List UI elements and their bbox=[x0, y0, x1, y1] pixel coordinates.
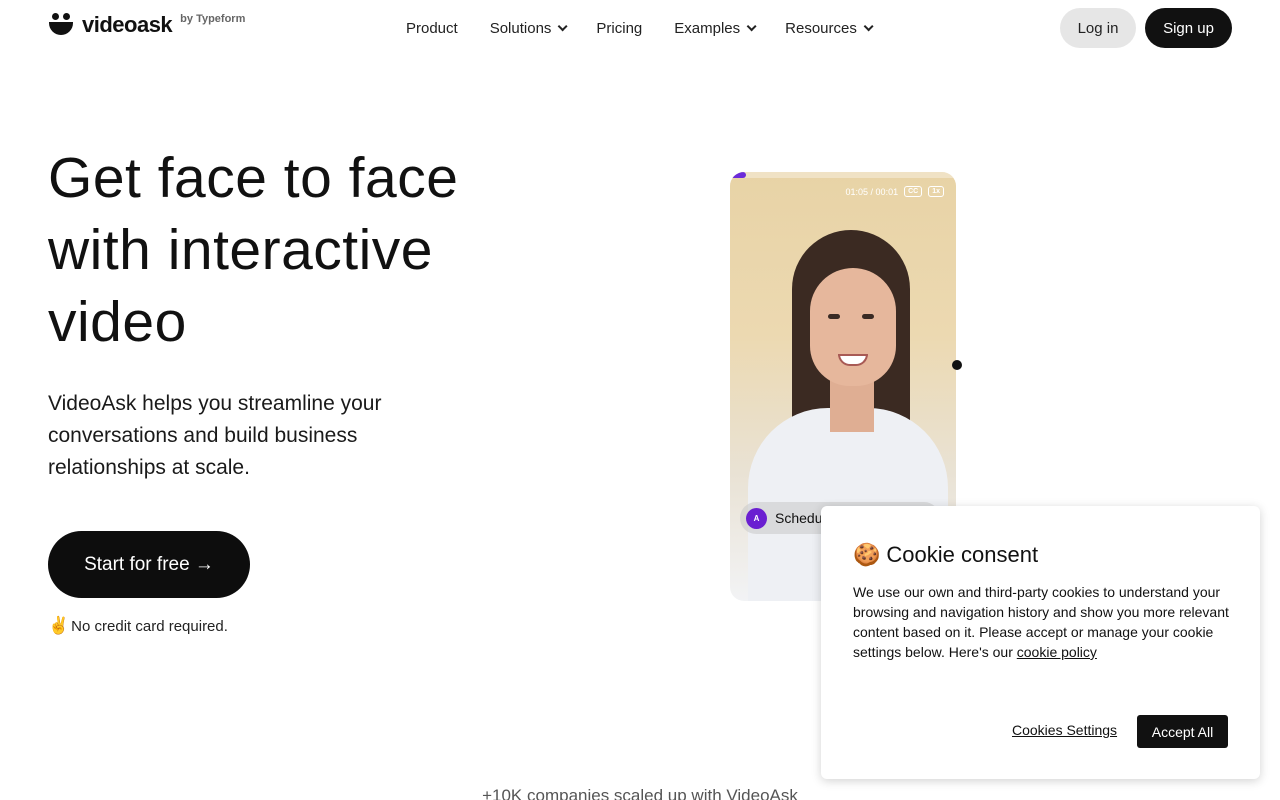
logo-by-typeform: by Typeform bbox=[180, 13, 246, 25]
nav-examples[interactable]: Examples bbox=[674, 18, 757, 38]
accept-all-button[interactable]: Accept All bbox=[1137, 715, 1228, 748]
captions-button[interactable]: CC bbox=[904, 186, 923, 197]
nav-pricing[interactable]: Pricing bbox=[596, 18, 642, 38]
video-option-label: Schedu bbox=[775, 510, 823, 526]
video-person-eye bbox=[828, 314, 840, 319]
video-controls: 01:05 / 00:01 CC 1x bbox=[846, 186, 944, 197]
video-person-eye bbox=[862, 314, 874, 319]
chevron-down-icon bbox=[746, 20, 757, 31]
nav-examples-label: Examples bbox=[674, 19, 741, 37]
cookie-body: We use our own and third-party cookies t… bbox=[853, 582, 1233, 662]
companies-tagline: +10K companies scaled up with VideoAsk bbox=[482, 786, 798, 800]
cookie-title: 🍪 Cookie consent bbox=[853, 542, 1038, 568]
login-button[interactable]: Log in bbox=[1060, 8, 1136, 48]
carousel-dot[interactable] bbox=[952, 360, 962, 370]
video-progress-bar[interactable] bbox=[730, 172, 956, 178]
main-nav: Product Solutions Pricing Examples Resou… bbox=[406, 18, 874, 38]
logo-wordmark: videoask bbox=[82, 12, 173, 37]
smiley-logo-icon bbox=[48, 12, 74, 38]
nav-product[interactable]: Product bbox=[406, 18, 458, 38]
video-progress-fill bbox=[730, 172, 746, 178]
start-for-free-button[interactable]: Start for free → bbox=[48, 531, 250, 598]
cookie-consent-dialog: 🍪 Cookie consent We use our own and thir… bbox=[821, 506, 1260, 779]
cookies-settings-button[interactable]: Cookies Settings bbox=[1012, 722, 1117, 738]
nav-resources-label: Resources bbox=[785, 19, 857, 37]
signup-button[interactable]: Sign up bbox=[1145, 8, 1232, 48]
hero-title: Get face to face with interactive video bbox=[48, 146, 459, 354]
victory-hand-icon: ✌️ bbox=[48, 616, 70, 635]
avatar: A bbox=[746, 507, 767, 529]
nav-solutions[interactable]: Solutions bbox=[489, 18, 568, 38]
cookie-title-text: Cookie consent bbox=[886, 542, 1039, 567]
cookie-policy-link[interactable]: cookie policy bbox=[1017, 644, 1097, 660]
video-time: 01:05 / 00:01 bbox=[845, 186, 899, 197]
chevron-down-icon bbox=[863, 20, 874, 31]
speed-button[interactable]: 1x bbox=[928, 186, 944, 197]
no-credit-card-text: No credit card required. bbox=[71, 617, 228, 635]
cookie-icon: 🍪 bbox=[853, 542, 881, 567]
nav-solutions-label: Solutions bbox=[489, 19, 552, 37]
nav-resources[interactable]: Resources bbox=[785, 18, 874, 38]
video-person-face bbox=[810, 268, 896, 386]
hero-subtitle: VideoAsk helps you streamline your conve… bbox=[48, 392, 382, 479]
site-header: videoask by Typeform Product Solutions P… bbox=[0, 0, 1280, 56]
videoask-logo[interactable]: videoask by Typeform bbox=[48, 12, 245, 38]
chevron-down-icon bbox=[558, 20, 568, 31]
nav-pricing-label: Pricing bbox=[596, 19, 643, 37]
nav-product-label: Product bbox=[406, 19, 458, 37]
no-credit-card-note: ✌️ No credit card required. bbox=[48, 616, 228, 636]
